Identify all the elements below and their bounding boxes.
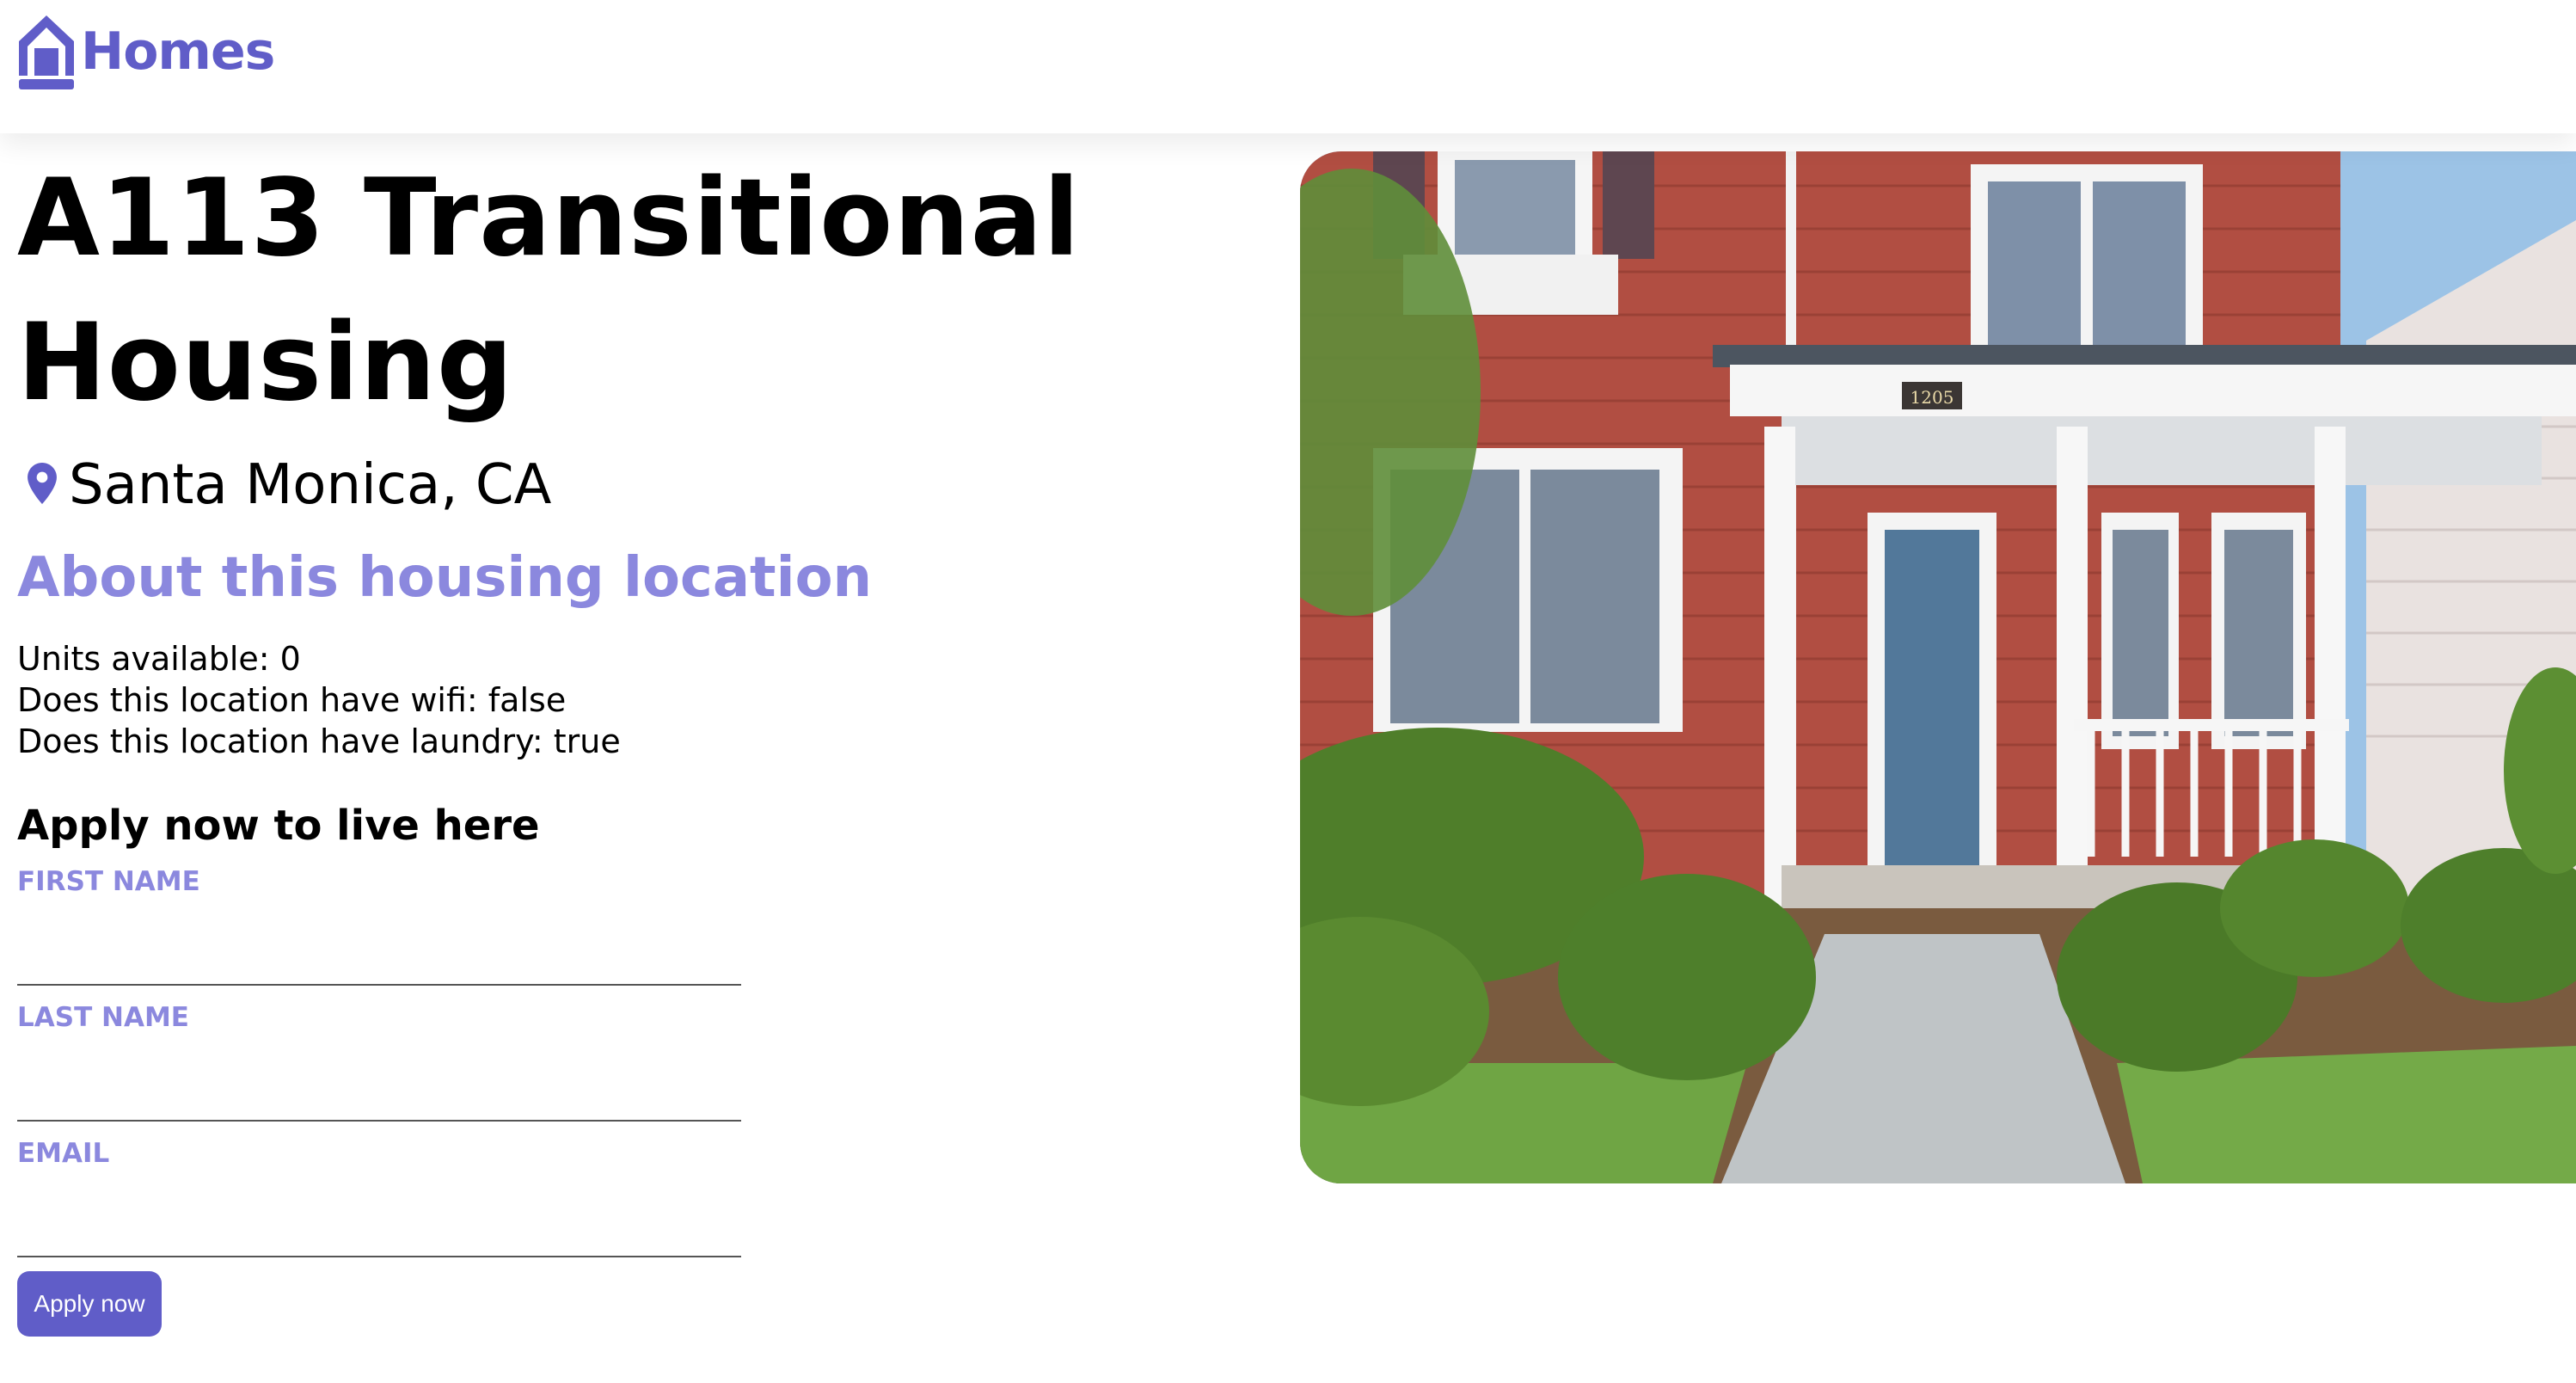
home-logo-link[interactable]: Homes [15,12,275,91]
apply-heading: Apply now to live here [17,802,540,850]
email-input[interactable] [17,1171,741,1257]
map-pin-icon [17,463,69,507]
listing-title: A113 Transitional Housing [17,157,1081,425]
feature-list: Units available: 0 Does this location ha… [17,638,1238,762]
location-text: Santa Monica, CA [69,453,552,517]
top-nav-bar: Homes [0,0,2576,133]
first-name-label: FIRST NAME [17,866,200,897]
feature-units: Units available: 0 [17,640,301,678]
email-label: EMAIL [17,1138,110,1169]
listing-photo: 1205 [1300,151,2576,1183]
feature-laundry: Does this location have laundry: true [17,722,621,760]
first-name-input[interactable] [17,900,741,986]
application-form: FIRST NAME LAST NAME EMAIL Apply now [17,864,741,1337]
listing-details: A113 Transitional Housing Santa Monica, … [17,146,1238,1337]
last-name-label: LAST NAME [17,1002,189,1033]
house-icon [15,12,77,91]
about-heading: About this housing location [17,546,873,610]
apply-now-button[interactable]: Apply now [17,1271,162,1337]
listing-location: Santa Monica, CA [17,446,1238,525]
svg-text:1205: 1205 [1911,387,1954,408]
brand-name: Homes [81,22,275,82]
last-name-input[interactable] [17,1036,741,1122]
feature-wifi: Does this location have wifi: false [17,681,567,719]
